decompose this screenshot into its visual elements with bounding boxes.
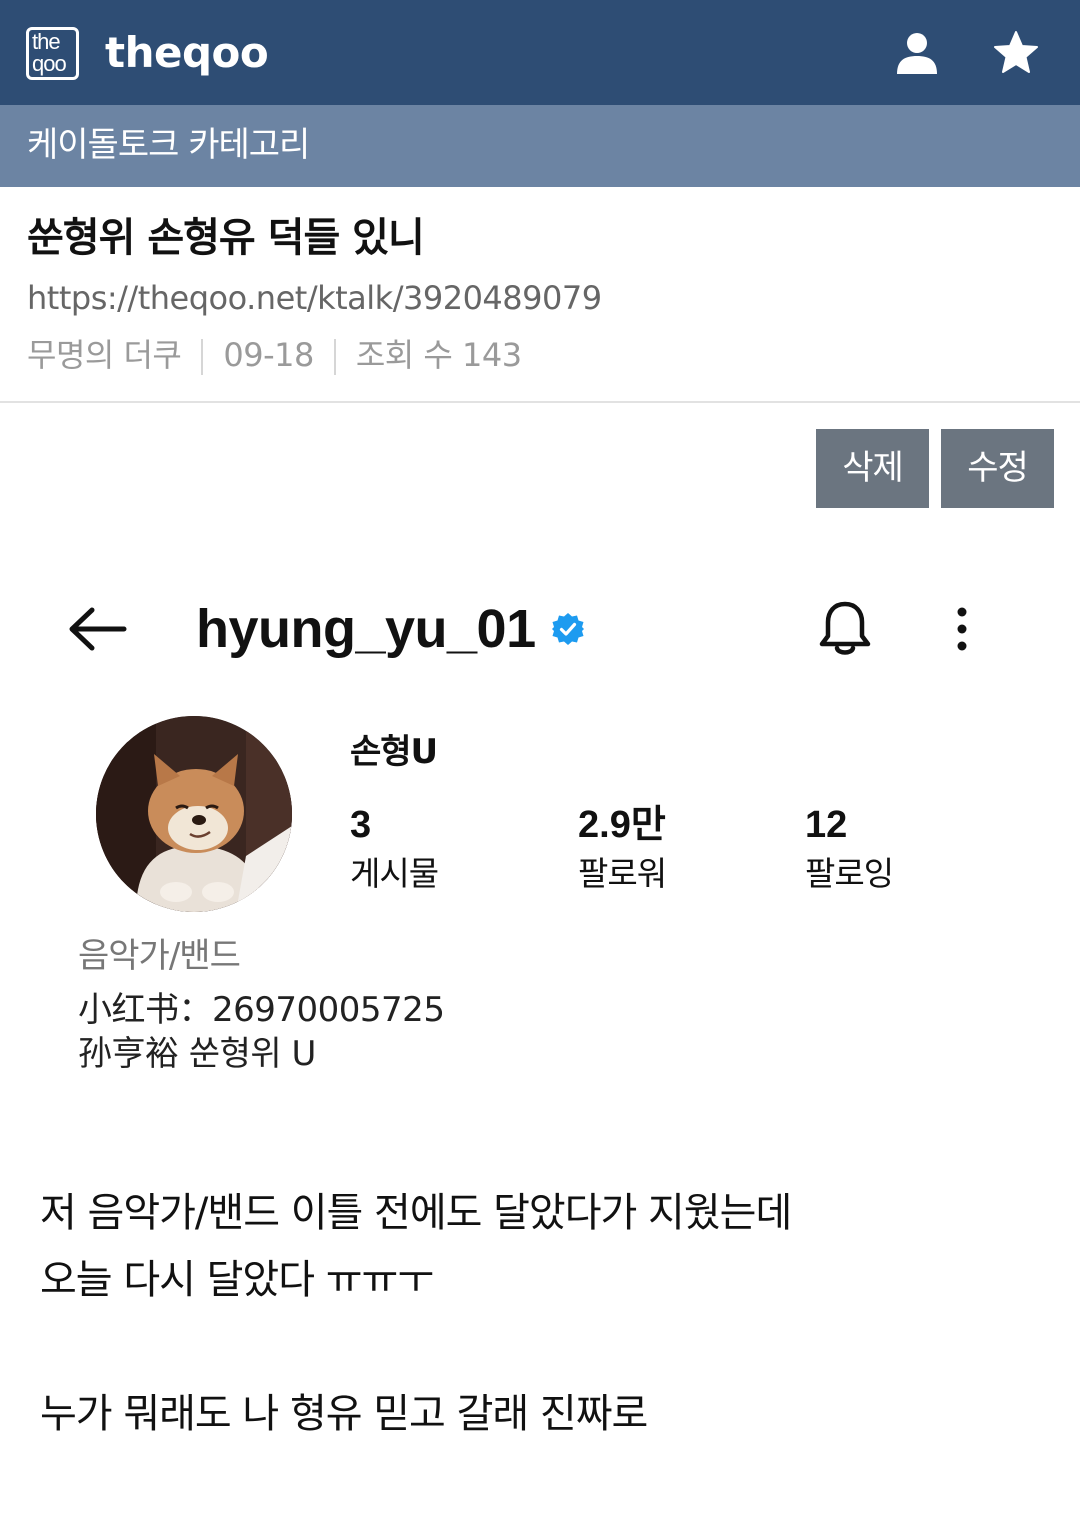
post-url[interactable]: https://theqoo.net/ktalk/3920489079 (27, 276, 602, 320)
post-meta: 무명의 더쿠 09-18 조회 수 143 (27, 334, 522, 376)
back-arrow-icon (69, 607, 127, 651)
header-divider (0, 401, 1080, 403)
edit-button[interactable]: 수정 (941, 429, 1054, 508)
profile-avatar (96, 716, 292, 912)
user-icon[interactable] (894, 30, 940, 76)
brand-name[interactable]: theqoo (105, 26, 269, 80)
profile-display-name: 손형U (350, 732, 438, 772)
shiba-dog-avatar-icon (96, 716, 292, 912)
delete-button[interactable]: 삭제 (816, 429, 929, 508)
post-body-line: 오늘 다시 달았다 ㅠㅠㅜ (40, 1257, 434, 1303)
logo-text-top: the (32, 29, 61, 54)
verified-badge-icon (552, 613, 584, 645)
more-vertical-icon (957, 607, 967, 651)
following-count: 12 (805, 804, 848, 846)
profile-bio-line: 孙亨裕 쑨형위 U (78, 1034, 316, 1074)
posts-count: 3 (350, 804, 372, 846)
meta-separator (201, 339, 204, 375)
theqoo-logo-icon[interactable]: the qoo (26, 27, 79, 80)
post-body-line: 저 음악가/밴드 이틀 전에도 달았다가 지웠는데 (40, 1190, 792, 1236)
following-label: 팔로잉 (805, 854, 894, 893)
category-bar[interactable]: 케이돌토크 카테고리 (0, 105, 1080, 187)
meta-separator (333, 339, 336, 375)
followers-count: 2.9만 (578, 804, 666, 846)
category-label: 케이돌토크 카테고리 (27, 125, 310, 165)
post-body-line: 누가 뭐래도 나 형유 믿고 갈래 진짜로 (40, 1391, 648, 1437)
post-title: 쑨형위 손형유 덕들 있니 (27, 215, 425, 261)
top-header: the qoo theqoo (0, 0, 1080, 105)
profile-username: hyung_yu_01 (196, 599, 536, 659)
profile-category: 음악가/밴드 (78, 936, 241, 976)
post-views: 조회 수 143 (355, 336, 522, 374)
bell-icon (819, 601, 871, 655)
post-author: 무명의 더쿠 (27, 336, 182, 374)
followers-label: 팔로워 (578, 854, 667, 893)
logo-text-bottom: qoo (32, 51, 67, 76)
posts-label: 게시물 (350, 854, 439, 893)
star-icon[interactable] (993, 30, 1039, 76)
profile-bio-line: 小红书：26970005725 (78, 990, 445, 1030)
post-date: 09-18 (223, 336, 314, 374)
